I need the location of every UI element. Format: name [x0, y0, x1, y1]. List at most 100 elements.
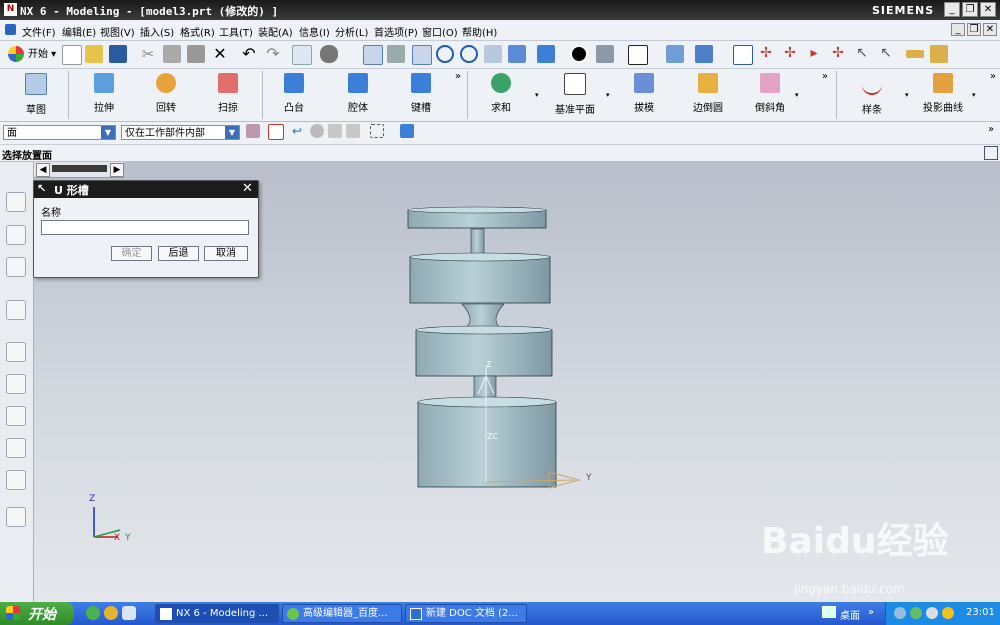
menu-preferences[interactable]: 首选项(P) — [374, 24, 418, 39]
perspective-icon[interactable] — [508, 45, 526, 63]
chamfer-dropdown[interactable]: ▾ — [795, 91, 799, 99]
filter-icon[interactable] — [246, 124, 260, 138]
midpoint-icon[interactable]: ✢ — [781, 45, 799, 63]
connect-icon[interactable]: ↩ — [292, 124, 306, 138]
view-orient-icon[interactable] — [537, 45, 555, 63]
menu-file[interactable]: 文件(F) — [22, 24, 56, 39]
dialog-close-icon[interactable]: ✕ — [242, 181, 253, 196]
task-word[interactable]: 新建 DOC 文档 (2... — [405, 604, 527, 623]
sweep-button[interactable]: 扫掠 — [210, 73, 246, 114]
edge-blend-button[interactable]: 边倒圆 — [688, 73, 728, 114]
tray-volume-icon[interactable] — [926, 607, 938, 619]
quicklaunch-desktop-icon[interactable] — [122, 606, 136, 620]
info-icon[interactable] — [292, 45, 312, 65]
doc-minimize-button[interactable]: _ — [951, 23, 965, 36]
endpoint-icon[interactable]: ✢ — [757, 45, 775, 63]
reset-icon[interactable]: ↖ — [37, 182, 46, 195]
minimize-button[interactable]: _ — [944, 2, 960, 17]
paste-icon[interactable] — [187, 45, 205, 63]
desktop-toolbar-label[interactable]: 桌面 — [840, 607, 860, 622]
start-menu-button[interactable]: 开始 ▾ — [8, 45, 56, 64]
undo-icon[interactable]: ↶ — [240, 45, 258, 63]
unite-dropdown[interactable]: ▾ — [535, 91, 539, 99]
part-icon[interactable] — [400, 124, 414, 138]
chamfer-button[interactable]: 倒斜角 — [752, 73, 788, 114]
copy-icon[interactable] — [163, 45, 181, 63]
pocket-button[interactable]: 腔体 — [340, 73, 376, 114]
clip-icon[interactable] — [666, 45, 684, 63]
palette-icon[interactable] — [6, 406, 26, 426]
section-icon[interactable] — [695, 45, 713, 63]
doc-restore-button[interactable]: ❐ — [967, 23, 981, 36]
doc-close-button[interactable]: ✕ — [983, 23, 997, 36]
select-icon[interactable]: ↖ — [853, 45, 871, 63]
slot-button[interactable]: 键槽 — [403, 73, 439, 114]
unite-button[interactable]: 求和 — [483, 73, 519, 114]
maximize-button[interactable]: ❐ — [962, 2, 978, 17]
sketch-button[interactable]: 草图 — [18, 73, 54, 116]
fit-view-icon[interactable] — [984, 146, 998, 160]
name-input[interactable] — [41, 220, 249, 235]
draft-button[interactable]: 拔模 — [626, 73, 662, 114]
menu-analysis[interactable]: 分析(L) — [335, 24, 368, 39]
extrude-button[interactable]: 拉伸 — [86, 73, 122, 114]
tray-ime-icon[interactable] — [942, 607, 954, 619]
menu-help[interactable]: 帮助(H) — [462, 24, 497, 39]
system-visualization-icon[interactable] — [6, 507, 26, 527]
menu-insert[interactable]: 插入(S) — [140, 24, 174, 39]
roles-icon[interactable] — [6, 470, 26, 490]
datum-dropdown[interactable]: ▾ — [606, 91, 610, 99]
quicklaunch-media-icon[interactable] — [104, 606, 118, 620]
snap-point-icon[interactable] — [733, 45, 753, 65]
pan-icon[interactable] — [484, 45, 502, 63]
boss-button[interactable]: 凸台 — [276, 73, 312, 114]
zoom-icon[interactable] — [412, 45, 432, 65]
reuse-library-icon[interactable] — [6, 374, 26, 394]
menu-assembly[interactable]: 装配(A) — [258, 24, 293, 39]
process-studio-icon[interactable] — [6, 438, 26, 458]
measure-distance-icon[interactable] — [906, 50, 924, 58]
history-icon[interactable] — [6, 342, 26, 362]
redo-icon[interactable]: ↷ — [264, 45, 282, 63]
shaded-icon[interactable] — [596, 45, 614, 63]
part-navigator-icon[interactable] — [6, 257, 26, 277]
start-button[interactable]: 开始 — [0, 602, 74, 625]
ok-button[interactable]: 确定 — [111, 246, 152, 261]
selection-scope-select[interactable]: 仅在工作部件内部 ▼ — [121, 125, 240, 140]
datum-plane-button[interactable]: 基准平面 — [550, 73, 600, 116]
close-button[interactable]: ✕ — [980, 2, 996, 17]
cancel-button[interactable]: 取消 — [204, 246, 248, 261]
menu-tools[interactable]: 工具(T) — [219, 24, 253, 39]
rectangle-select-icon[interactable] — [370, 124, 384, 138]
app-menu-icon[interactable] — [5, 24, 16, 35]
tray-network-icon[interactable] — [894, 607, 906, 619]
background-icon[interactable] — [628, 45, 648, 65]
control-point-icon[interactable]: ▸ — [805, 45, 823, 63]
magnify-icon[interactable] — [436, 45, 454, 63]
new-icon[interactable] — [62, 45, 82, 65]
render-style-icon[interactable] — [570, 45, 588, 63]
type-filter-select[interactable]: 面 ▼ — [3, 125, 116, 140]
menu-format[interactable]: 格式(R) — [180, 24, 215, 39]
quicklaunch-ie-icon[interactable] — [86, 606, 100, 620]
menu-edit[interactable]: 编辑(E) — [62, 24, 96, 39]
web-browser-icon[interactable] — [6, 300, 26, 320]
task-nx[interactable]: NX 6 - Modeling ... — [155, 604, 279, 623]
project-curve-button[interactable]: 投影曲线 — [920, 73, 966, 114]
desktop-toolbar-icon[interactable] — [822, 606, 836, 618]
cut-icon[interactable]: ✂ — [139, 45, 157, 63]
assembly-navigator-icon[interactable] — [6, 192, 26, 212]
quick-pick-icon[interactable]: ↖ — [877, 45, 895, 63]
tray-security-icon[interactable] — [910, 607, 922, 619]
spline-button[interactable]: 样条 — [854, 73, 890, 116]
back-button[interactable]: 后退 — [158, 246, 199, 261]
toolbar-expand-icon[interactable]: » — [868, 607, 874, 618]
task-browser[interactable]: 高级编辑器_百度... — [282, 604, 402, 623]
menu-window[interactable]: 窗口(O) — [422, 24, 458, 39]
body-icon[interactable] — [310, 124, 324, 138]
delete-icon[interactable]: ✕ — [211, 45, 229, 63]
open-icon[interactable] — [85, 45, 103, 63]
constraint-navigator-icon[interactable] — [6, 225, 26, 245]
save-icon[interactable] — [109, 45, 127, 63]
menu-info[interactable]: 信息(I) — [299, 24, 330, 39]
